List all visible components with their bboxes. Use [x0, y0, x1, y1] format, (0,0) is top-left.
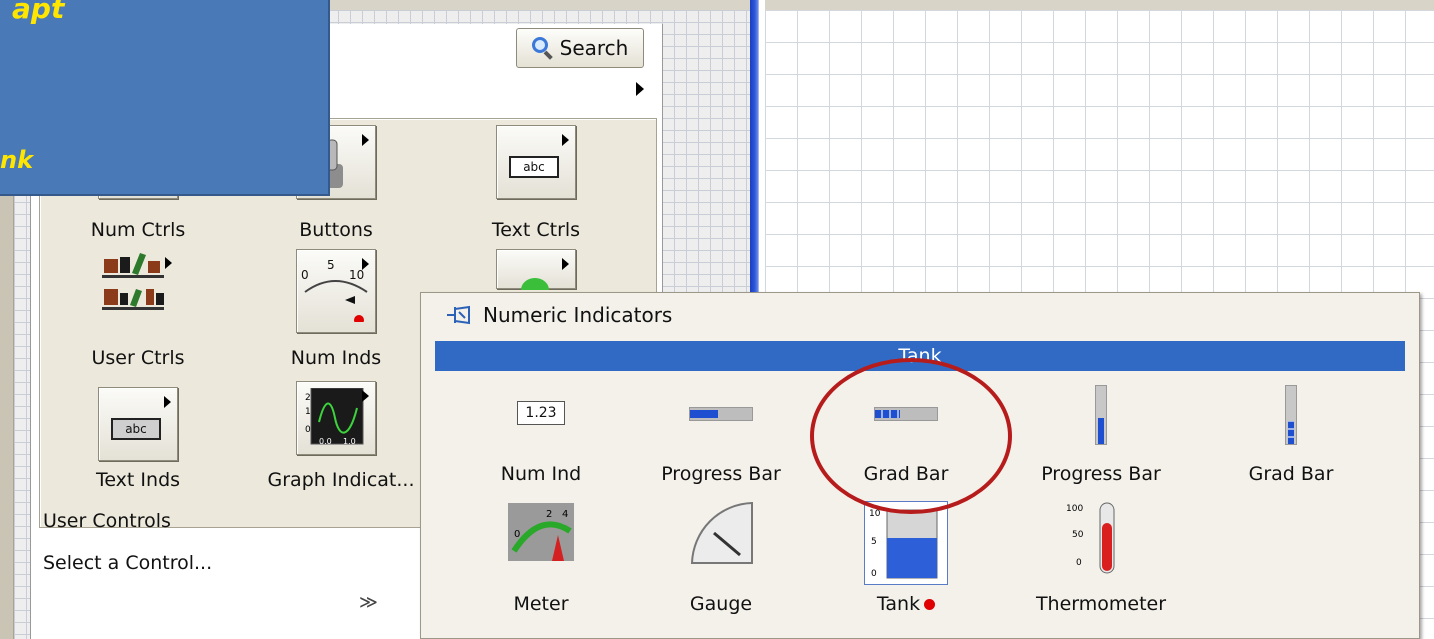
progress-bar-icon: [689, 407, 753, 421]
hover-label-bar: Tank: [435, 341, 1405, 371]
tank-item[interactable]: 10 5 0 Tank: [816, 497, 996, 627]
category-label: Graph Indicat...: [267, 469, 415, 491]
numeric-indicators-header: Numeric Indicators: [421, 293, 1419, 337]
thermometer-icon: 100 50 0: [1066, 502, 1115, 574]
expand-chevron-icon[interactable]: ≫: [359, 592, 378, 613]
user-controls-label[interactable]: User Controls: [43, 510, 171, 532]
submenu-arrow-icon: [562, 134, 569, 146]
meter-icon: 0 2 4: [508, 503, 574, 561]
meter-item[interactable]: 0 2 4 Meter: [451, 497, 631, 627]
item-label: Grad Bar: [1248, 463, 1334, 485]
category-label: Num Ctrls: [90, 219, 186, 241]
text-ctrls-tile[interactable]: abc: [496, 125, 576, 199]
svg-text:1.0: 1.0: [343, 437, 356, 446]
grad-bar-vertical-icon: [1285, 385, 1297, 445]
svg-text:0: 0: [1076, 558, 1082, 568]
category-label: Buttons: [299, 219, 373, 241]
item-label: Tank: [816, 593, 996, 615]
item-label: Gauge: [689, 593, 753, 615]
item-label: Progress Bar: [661, 463, 781, 485]
numeric-indicators-title: Numeric Indicators: [483, 303, 673, 327]
user-ctrls-tile[interactable]: [98, 249, 178, 323]
category-label: Text Ctrls: [491, 219, 581, 241]
category-label: User Ctrls: [91, 347, 185, 369]
search-icon: [531, 37, 554, 60]
svg-text:0: 0: [514, 529, 520, 540]
svg-text:0: 0: [305, 425, 311, 435]
palette-menu-arrow-icon[interactable]: [636, 82, 644, 96]
progress-bar-vertical-icon: [1095, 385, 1107, 445]
item-label: Grad Bar: [863, 463, 949, 485]
category-label: Num Inds: [290, 347, 382, 369]
numeric-indicators-palette: Numeric Indicators Tank 1.23 Num Ind Pro…: [420, 292, 1420, 639]
submenu-arrow-icon: [362, 134, 369, 146]
meter-icon: [304, 280, 368, 322]
boolean-tile[interactable]: [496, 249, 576, 290]
svg-text:10: 10: [869, 509, 881, 519]
user-controls-icon: [102, 253, 164, 310]
gauge-icon: [690, 501, 753, 564]
svg-text:0: 0: [871, 569, 877, 579]
category-label: Text Inds: [95, 469, 181, 491]
num-inds-tile[interactable]: 0 5 10: [296, 249, 376, 333]
select-control-item[interactable]: Select a Control...: [43, 552, 212, 574]
search-button[interactable]: Search: [516, 28, 644, 68]
svg-text:1: 1: [305, 407, 311, 417]
tank-icon: 10 5 0: [869, 509, 938, 579]
overlay-text-line-1: apt: [12, 0, 65, 25]
item-label: Meter: [513, 593, 569, 615]
pin-icon[interactable]: [445, 304, 475, 326]
thermometer-item[interactable]: 100 50 0 Thermometer: [1011, 497, 1191, 627]
svg-text:5: 5: [871, 537, 877, 547]
item-label: Num Ind: [500, 463, 582, 485]
grad-bar-v-item[interactable]: Grad Bar: [1201, 381, 1381, 511]
graph-icon: 2 1 0 0.0 1.0: [305, 388, 364, 446]
item-label: Thermometer: [1035, 593, 1167, 615]
led-icon: [521, 278, 549, 290]
svg-text:0.0: 0.0: [319, 437, 332, 446]
graph-indicators-tile[interactable]: 2 1 0 0.0 1.0: [296, 381, 376, 455]
submenu-arrow-icon: [362, 390, 369, 402]
svg-text:100: 100: [1066, 504, 1083, 514]
submenu-arrow-icon: [165, 257, 172, 269]
red-dot-icon: [924, 599, 936, 610]
title-overlay: apt nk: [0, 0, 330, 196]
tank-selection-box: 10 5 0: [864, 501, 948, 585]
submenu-arrow-icon: [362, 258, 369, 270]
svg-text:50: 50: [1072, 530, 1084, 540]
svg-text:4: 4: [562, 509, 568, 520]
grad-bar-icon: [874, 407, 938, 421]
item-label: Progress Bar: [1041, 463, 1161, 485]
search-button-label: Search: [559, 36, 629, 60]
submenu-arrow-icon: [164, 396, 171, 408]
svg-text:2: 2: [546, 509, 552, 520]
gauge-item[interactable]: Gauge: [631, 497, 811, 627]
string-indicator-icon: abc: [111, 418, 161, 440]
tank-label: Tank: [876, 593, 921, 615]
svg-text:2: 2: [305, 393, 311, 403]
submenu-arrow-icon: [562, 258, 569, 270]
text-inds-tile[interactable]: abc: [98, 387, 178, 461]
progress-bar-v-item[interactable]: Progress Bar: [1011, 381, 1191, 511]
numeric-indicator-icon: 1.23: [517, 401, 565, 425]
string-control-icon: abc: [509, 156, 559, 178]
overlay-text-line-2: nk: [0, 146, 34, 174]
num-inds-tick: 5: [327, 258, 335, 272]
